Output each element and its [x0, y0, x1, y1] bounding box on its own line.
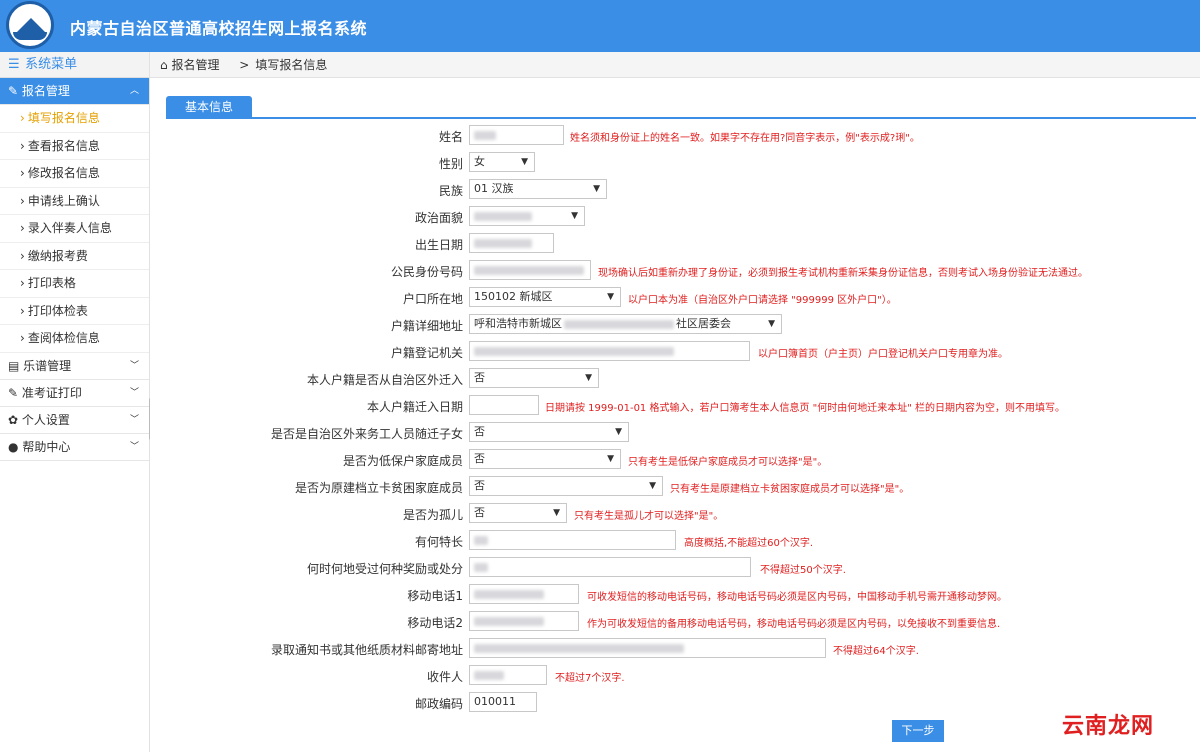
- sidebar-item-fill-info[interactable]: › 填写报名信息: [0, 105, 149, 133]
- field-postcode: 邮政编码 010011: [150, 691, 1200, 715]
- sidebar-group-score[interactable]: ▤ 乐谱管理 ﹀: [0, 353, 149, 380]
- edit-icon: ✎: [8, 84, 19, 98]
- specialty-input[interactable]: [469, 530, 676, 550]
- breadcrumb: ⌂ 报名管理 > 填写报名信息: [150, 52, 1200, 78]
- poverty-select[interactable]: 否 ▼: [469, 476, 663, 496]
- id-number-input[interactable]: [469, 260, 591, 280]
- rewards-input[interactable]: [469, 557, 751, 577]
- postcode-input[interactable]: 010011: [469, 692, 537, 712]
- logo: [6, 1, 54, 49]
- sidebar-header: ☰ 系统菜单: [0, 52, 149, 78]
- sidebar-item-accompanist[interactable]: › 录入伴奏人信息: [0, 215, 149, 243]
- gear-icon: ✿: [8, 412, 19, 427]
- app-title: 内蒙古自治区普通高校招生网上报名系统: [70, 19, 368, 38]
- app-header: 内蒙古自治区普通高校招生网上报名系统: [0, 0, 1200, 52]
- field-ethnicity: 民族 01 汉族 ▼: [150, 178, 1200, 202]
- sidebar-item-print-exam[interactable]: › 打印体检表: [0, 298, 149, 325]
- hukou-select[interactable]: 150102 新城区 ▼: [469, 287, 621, 307]
- sidebar: ☰ 系统菜单 ✎ 报名管理 ︿ › 填写报名信息 › 查看报名信息 › 修改报名信息 ›…: [0, 52, 150, 752]
- field-move-date: 本人户籍迁入日期 日期请按 1999-01-01 格式输入，若户口簿考生本人信息…: [150, 394, 1200, 418]
- field-registry: 户籍登记机关 以户口簿首页（户主页）户口登记机关户口专用章为准。: [150, 340, 1200, 364]
- gender-select[interactable]: 女 ▼: [469, 152, 535, 172]
- music-icon: ▤: [8, 358, 20, 373]
- move-date-input[interactable]: [469, 395, 539, 415]
- sidebar-item-modify-info[interactable]: › 修改报名信息: [0, 160, 149, 188]
- registry-input[interactable]: [469, 341, 750, 361]
- sidebar-group-help[interactable]: ● 帮助中心 ﹀: [0, 434, 149, 461]
- mobile1-input[interactable]: [469, 584, 579, 604]
- field-mobile1: 移动电话1 可收发短信的移动电话号码，移动电话号码必须是区内号码，中国移动手机号…: [150, 583, 1200, 607]
- home-icon: ⌂: [160, 58, 168, 72]
- field-low-income: 是否为低保户家庭成员 否 ▼ 只有考生是低保户家庭成员才可以选择"是"。: [150, 448, 1200, 472]
- breadcrumb-home[interactable]: 报名管理: [171, 58, 219, 72]
- mail-address-input[interactable]: [469, 638, 826, 658]
- low-income-select[interactable]: 否 ▼: [469, 449, 621, 469]
- moved-in-select[interactable]: 否 ▼: [469, 368, 599, 388]
- sidebar-group-settings[interactable]: ✿ 个人设置 ﹀: [0, 407, 149, 434]
- field-migrant-child: 是否是自治区外来务工人员随迁子女 否 ▼: [150, 421, 1200, 445]
- sidebar-item-print-form[interactable]: › 打印表格: [0, 270, 149, 298]
- breadcrumb-separator: >: [239, 58, 250, 72]
- sidebar-item-pay-fee[interactable]: › 缴纳报考费: [0, 243, 149, 270]
- chevron-down-icon: ﹀: [129, 414, 139, 425]
- tab-basic-info[interactable]: 基本信息: [166, 96, 252, 119]
- field-mail-address: 录取通知书或其他纸质材料邮寄地址 不得超过64个汉字.: [150, 637, 1200, 661]
- field-hukou: 户口所在地 150102 新城区 ▼ 以户口本为准（自治区外户口请选择 "9999…: [150, 286, 1200, 310]
- sidebar-group-registration[interactable]: ✎ 报名管理 ︿: [0, 78, 149, 105]
- field-orphan: 是否为孤儿 否 ▼ 只有考生是孤儿才可以选择"是"。: [150, 502, 1200, 526]
- field-poverty: 是否为原建档立卡贫困家庭成员 否 ▼ 只有考生是原建档立卡贫困家庭成员才可以选择"…: [150, 475, 1200, 499]
- name-input[interactable]: [469, 125, 564, 145]
- sidebar-item-online-confirm[interactable]: › 申请线上确认: [0, 188, 149, 215]
- field-gender: 性别 女 ▼: [150, 151, 1200, 175]
- chevron-down-icon: ﹀: [129, 387, 139, 398]
- sidebar-group-admission[interactable]: ✎ 准考证打印 ﹀: [0, 380, 149, 407]
- mobile2-input[interactable]: [469, 611, 579, 631]
- address-select[interactable]: 呼和浩特市新城区 社区居委会 ▼: [469, 314, 782, 334]
- chevron-up-icon: ︿: [129, 86, 139, 96]
- political-select[interactable]: ▼: [469, 206, 585, 226]
- tab-bar: 基本信息: [166, 96, 1196, 119]
- watermark: 云南龙网: [1062, 714, 1155, 739]
- next-button[interactable]: 下一步: [892, 720, 944, 742]
- chevron-down-icon: ﹀: [129, 441, 139, 452]
- birthdate-input[interactable]: [469, 233, 554, 253]
- sidebar-item-check-exam[interactable]: › 查阅体检信息: [0, 325, 149, 353]
- field-rewards: 何时何地受过何种奖励或处分 不得超过50个汉字.: [150, 556, 1200, 580]
- field-id-number: 公民身份号码 现场确认后如重新办理了身份证，必须到报生考试机构重新采集身份证信息…: [150, 259, 1200, 283]
- field-recipient: 收件人 不超过7个汉字.: [150, 664, 1200, 688]
- field-address: 户籍详细地址 呼和浩特市新城区 社区居委会 ▼: [150, 313, 1200, 337]
- edit-icon: ✎: [8, 385, 19, 400]
- chevron-down-icon: ﹀: [129, 360, 139, 371]
- field-specialty: 有何特长 高度概括,不能超过60个汉字.: [150, 529, 1200, 553]
- field-moved-in: 本人户籍是否从自治区外迁入 否 ▼: [150, 367, 1200, 391]
- recipient-input[interactable]: [469, 665, 547, 685]
- migrant-child-select[interactable]: 否 ▼: [469, 422, 629, 442]
- menu-icon: ☰: [8, 57, 20, 72]
- main-content: 基本信息 姓名 姓名须和身份证上的姓名一致。如果字不存在用?同音字表示，例"表示…: [150, 78, 1200, 752]
- field-name: 姓名 姓名须和身份证上的姓名一致。如果字不存在用?同音字表示，例"表示成?琍"。: [150, 124, 1200, 148]
- field-mobile2: 移动电话2 作为可收发短信的备用移动电话号码，移动电话号码必须是区内号码，以免接…: [150, 610, 1200, 634]
- field-birthdate: 出生日期: [150, 232, 1200, 256]
- orphan-select[interactable]: 否 ▼: [469, 503, 567, 523]
- sidebar-item-view-info[interactable]: › 查看报名信息: [0, 133, 149, 160]
- info-icon: ●: [8, 439, 19, 454]
- ethnicity-select[interactable]: 01 汉族 ▼: [469, 179, 607, 199]
- breadcrumb-current: 填写报名信息: [255, 58, 328, 72]
- field-political: 政治面貌 ▼: [150, 205, 1200, 229]
